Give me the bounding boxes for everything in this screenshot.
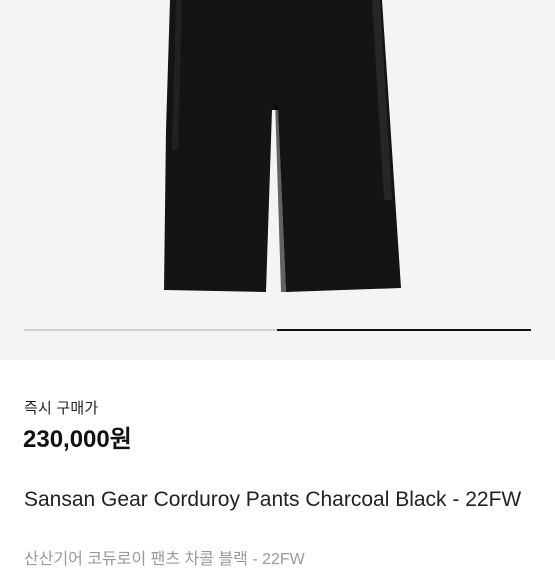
product-subtitle: 산산기어 코듀로이 팬츠 차콜 블랙 - 22FW [24,551,305,568]
instant-price-label: 즉시 구매가 [24,400,99,417]
product-image-gallery[interactable] [0,0,555,360]
gallery-indicator-active [277,329,531,331]
instant-price: 230,000원 [23,426,132,453]
product-photo [164,0,401,292]
product-title: Sansan Gear Corduroy Pants Charcoal Blac… [24,488,522,511]
